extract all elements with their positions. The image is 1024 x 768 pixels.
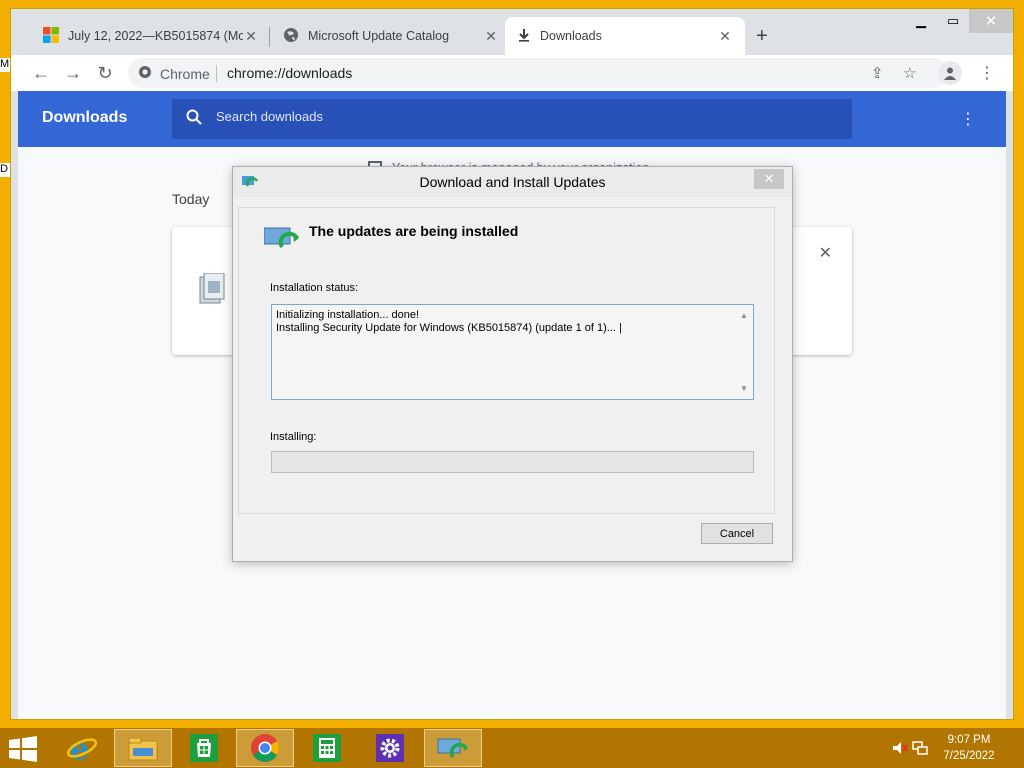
tab-strip: July 12, 2022—KB5015874 (Monthly Rollup)… — [11, 9, 1013, 55]
microsoft-logo-icon — [43, 26, 59, 46]
tab-downloads[interactable]: Downloads ✕ — [505, 17, 745, 55]
date-section-label: Today — [172, 191, 210, 207]
internet-explorer-icon[interactable]: e — [53, 729, 111, 767]
tab-separator — [269, 27, 270, 47]
desktop-icon-label-partial: D — [0, 163, 10, 177]
settings-gear-icon[interactable] — [361, 729, 419, 767]
page-title: Downloads — [42, 109, 128, 126]
windows-update-icon — [263, 224, 300, 255]
maximize-button[interactable]: ▭ — [937, 9, 969, 33]
globe-icon — [283, 27, 299, 46]
installer-file-icon[interactable] — [198, 272, 226, 310]
system-tray: 9:07 PM 7/25/2022 — [884, 728, 1024, 768]
new-tab-button[interactable]: + — [756, 25, 768, 48]
clock-time: 9:07 PM — [947, 734, 991, 746]
tab-update-catalog[interactable]: Microsoft Update Catalog ✕ — [271, 17, 511, 55]
install-progress-bar — [271, 451, 754, 473]
site-chip[interactable]: Chrome — [138, 65, 210, 82]
installation-status-label: Installation status: — [270, 282, 359, 294]
windows-start-icon[interactable] — [8, 736, 38, 762]
search-input[interactable] — [216, 109, 716, 124]
cancel-button[interactable]: Cancel — [701, 523, 773, 544]
close-icon[interactable]: ✕ — [483, 28, 499, 45]
windows-update-taskbar-icon[interactable] — [424, 729, 482, 767]
dialog-body: The updates are being installed Installa… — [238, 207, 775, 514]
profile-avatar-icon[interactable] — [938, 61, 962, 85]
dialog-title: Download and Install Updates — [419, 174, 606, 190]
clock-date: 7/25/2022 — [943, 750, 995, 762]
downloads-header: Downloads ⋮ — [18, 91, 1006, 147]
chrome-logo-icon — [138, 65, 152, 82]
reload-icon[interactable]: ↻ — [93, 61, 117, 85]
scroll-down-icon[interactable]: ▼ — [737, 382, 751, 395]
bookmark-star-icon[interactable]: ☆ — [903, 64, 916, 82]
network-icon[interactable] — [912, 740, 928, 761]
dialog-close-button[interactable]: ✕ — [754, 169, 784, 189]
browser-menu-icon[interactable]: ⋮ — [979, 63, 995, 83]
forward-arrow-icon[interactable]: → — [61, 61, 85, 85]
close-icon[interactable]: ✕ — [717, 28, 733, 45]
browser-toolbar: ← → ↻ Chrome chrome://downloads ⇪ ☆ ⋮ — [11, 55, 1013, 91]
speaker-muted-icon[interactable] — [892, 740, 908, 761]
tab-title: July 12, 2022—KB5015874 (Monthly Rollup) — [68, 29, 243, 43]
install-updates-dialog: Download and Install Updates ✕ The updat… — [232, 166, 793, 562]
taskbar-clock[interactable]: 9:07 PM 7/25/2022 — [934, 732, 1004, 764]
calculator-icon[interactable] — [298, 729, 356, 767]
chrome-icon[interactable] — [236, 729, 294, 767]
scrollbar[interactable]: ▲ ▼ — [737, 307, 751, 397]
window-controls: ▁ ▭ ✕ — [905, 9, 1013, 35]
dialog-heading: The updates are being installed — [309, 223, 519, 239]
minimize-button[interactable]: ▁ — [905, 9, 937, 33]
tab-title: Downloads — [540, 29, 602, 43]
close-icon[interactable]: ✕ — [243, 28, 259, 45]
tab-kb-article[interactable]: July 12, 2022—KB5015874 (Monthly Rollup)… — [31, 17, 271, 55]
installing-label: Installing: — [270, 431, 317, 443]
url-text: chrome://downloads — [227, 65, 353, 81]
omnibox[interactable]: Chrome chrome://downloads ⇪ ☆ — [128, 58, 948, 88]
search-icon — [186, 109, 202, 130]
search-bar[interactable] — [172, 99, 852, 139]
status-line: Installing Security Update for Windows (… — [276, 322, 622, 334]
more-actions-icon[interactable]: ⋮ — [960, 109, 976, 129]
store-icon[interactable] — [175, 729, 233, 767]
tab-title: Microsoft Update Catalog — [308, 29, 450, 43]
window-close-button[interactable]: ✕ — [969, 9, 1013, 33]
desktop-icon-label-partial: M — [0, 58, 10, 72]
omnibox-divider — [216, 65, 217, 82]
download-icon — [517, 28, 531, 45]
dialog-titlebar: Download and Install Updates ✕ — [233, 167, 792, 197]
taskbar: e 9:07 PM 7/25/2022 — [0, 728, 1024, 768]
share-icon[interactable]: ⇪ — [871, 64, 884, 82]
status-line: Initializing installation... done! — [276, 309, 420, 321]
file-explorer-icon[interactable] — [114, 729, 172, 767]
installation-status-textbox[interactable]: Initializing installation... done! Insta… — [271, 304, 754, 400]
scroll-up-icon[interactable]: ▲ — [737, 309, 751, 322]
remove-download-icon[interactable]: ✕ — [819, 243, 832, 263]
back-arrow-icon[interactable]: ← — [29, 61, 53, 85]
site-chip-label: Chrome — [160, 65, 210, 82]
